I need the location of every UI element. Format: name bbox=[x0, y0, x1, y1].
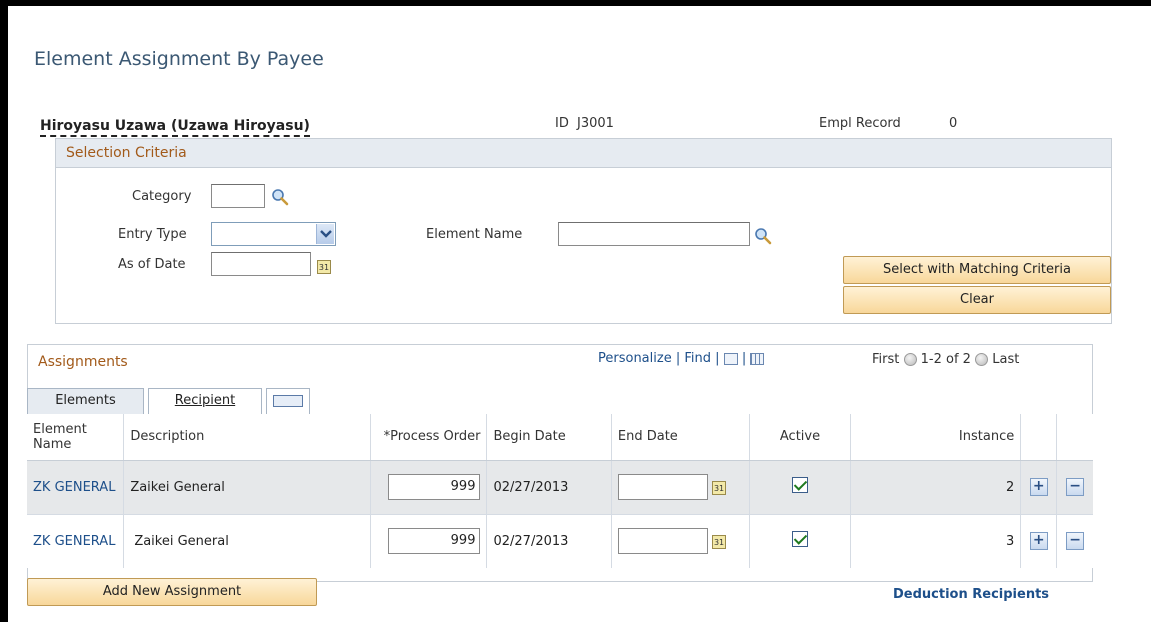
grid-toolbar: Personalize | Find | | bbox=[598, 351, 765, 366]
minus-icon[interactable]: − bbox=[1066, 532, 1085, 551]
id-label: ID bbox=[555, 116, 569, 131]
separator: | bbox=[675, 351, 681, 366]
entry-type-select[interactable] bbox=[211, 222, 336, 246]
id-value: J3001 bbox=[577, 116, 614, 131]
last-label: Last bbox=[992, 352, 1020, 367]
begin-date-cell: 02/27/2013 bbox=[486, 460, 612, 514]
end-date-cell: 31 bbox=[611, 513, 751, 568]
plus-icon[interactable]: + bbox=[1029, 478, 1048, 496]
end-date-input[interactable] bbox=[617, 528, 708, 555]
element-name-text[interactable]: ZK GENERAL bbox=[33, 534, 117, 549]
end-date-cell: 31 bbox=[611, 460, 751, 514]
category-label: Category bbox=[132, 189, 192, 204]
col-begin-date: Begin Date bbox=[486, 414, 612, 461]
col-instance: Instance bbox=[850, 414, 1022, 461]
delete-row-cell: − bbox=[1056, 460, 1093, 514]
col-process-order: *Process Order bbox=[370, 414, 488, 461]
calendar-icon[interactable]: 31 bbox=[712, 480, 727, 495]
magnifier-icon[interactable] bbox=[754, 227, 772, 245]
col-delete bbox=[1056, 414, 1093, 461]
deduction-recipients-link[interactable]: Deduction Recipients bbox=[893, 587, 1049, 602]
chevron-down-icon[interactable] bbox=[316, 224, 334, 244]
view-all-icon[interactable] bbox=[723, 352, 738, 365]
calendar-icon[interactable]: 31 bbox=[712, 534, 727, 549]
table-row: ZK GENERAL Zaikei General 999 02/27/2013… bbox=[27, 513, 1093, 568]
empl-record-label: Empl Record bbox=[819, 116, 901, 131]
element-name-label: Element Name bbox=[426, 227, 523, 242]
instance-cell: 3 bbox=[850, 513, 1022, 568]
table-row: ZK GENERAL Zaikei General 999 02/27/2013… bbox=[27, 460, 1093, 514]
prev-arrow-icon[interactable] bbox=[903, 353, 917, 366]
minus-icon[interactable]: − bbox=[1066, 478, 1085, 496]
pagination: First 1-2 of 2 Last bbox=[872, 352, 1019, 367]
element-name-link[interactable]: ZK GENERAL bbox=[27, 513, 125, 568]
empl-record-value: 0 bbox=[949, 116, 958, 131]
calendar-icon[interactable]: 31 bbox=[317, 260, 331, 274]
assignments-grid: Element Name Description *Process Order … bbox=[27, 414, 1093, 568]
select-matching-criteria-button[interactable]: Select with Matching Criteria bbox=[843, 256, 1111, 284]
description-cell: Zaikei General bbox=[123, 513, 372, 568]
separator: | bbox=[715, 351, 720, 366]
magnifier-icon[interactable] bbox=[271, 188, 289, 206]
page-title: Element Assignment By Payee bbox=[34, 48, 324, 70]
col-end-date: End Date bbox=[611, 414, 751, 461]
col-element-name: Element Name bbox=[27, 414, 125, 461]
personalize-link[interactable]: Personalize bbox=[598, 351, 672, 366]
show-all-columns-tab[interactable] bbox=[266, 388, 310, 414]
element-name-link[interactable]: ZK GENERAL bbox=[27, 460, 125, 514]
begin-date-cell: 02/27/2013 bbox=[486, 513, 612, 568]
active-checkbox[interactable] bbox=[792, 477, 808, 493]
process-order-cell: 999 bbox=[370, 513, 488, 568]
page-frame: Element Assignment By Payee Hiroyasu Uza… bbox=[8, 6, 1151, 622]
element-name-text[interactable]: ZK GENERAL bbox=[33, 480, 115, 495]
entry-type-label: Entry Type bbox=[118, 227, 187, 242]
range-label: 1-2 of 2 bbox=[920, 352, 971, 367]
add-row-cell: + bbox=[1020, 460, 1058, 514]
category-input[interactable] bbox=[211, 184, 265, 208]
add-row-cell: + bbox=[1020, 513, 1058, 568]
delete-row-cell: − bbox=[1056, 513, 1093, 568]
process-order-input[interactable]: 999 bbox=[388, 528, 481, 555]
active-cell bbox=[749, 460, 851, 514]
first-label: First bbox=[872, 352, 900, 367]
plus-icon[interactable]: + bbox=[1029, 532, 1048, 551]
add-new-assignment-button[interactable]: Add New Assignment bbox=[27, 578, 317, 606]
active-cell bbox=[749, 513, 851, 568]
process-order-cell: 999 bbox=[370, 460, 488, 514]
clear-button[interactable]: Clear bbox=[843, 286, 1111, 314]
instance-cell: 2 bbox=[850, 460, 1022, 514]
col-description: Description bbox=[123, 414, 372, 461]
end-date-input[interactable] bbox=[617, 474, 708, 500]
col-active: Active bbox=[749, 414, 851, 461]
active-checkbox[interactable] bbox=[792, 531, 808, 548]
find-link[interactable]: Find bbox=[684, 351, 711, 366]
selection-criteria-header: Selection Criteria bbox=[56, 139, 1111, 168]
description-cell: Zaikei General bbox=[123, 460, 372, 514]
tab-elements[interactable]: Elements bbox=[27, 388, 144, 414]
process-order-input[interactable]: 999 bbox=[388, 474, 481, 500]
col-add bbox=[1020, 414, 1058, 461]
show-all-columns-icon bbox=[273, 394, 303, 407]
separator: | bbox=[741, 351, 747, 366]
payee-name: Hiroyasu Uzawa (Uzawa Hiroyasu) bbox=[40, 118, 310, 137]
download-grid-icon[interactable] bbox=[750, 352, 765, 365]
as-of-date-input[interactable] bbox=[211, 252, 311, 276]
element-name-input[interactable] bbox=[558, 222, 750, 246]
tab-recipient[interactable]: Recipient bbox=[148, 388, 262, 414]
next-arrow-icon[interactable] bbox=[975, 353, 989, 366]
as-of-date-label: As of Date bbox=[118, 257, 186, 272]
